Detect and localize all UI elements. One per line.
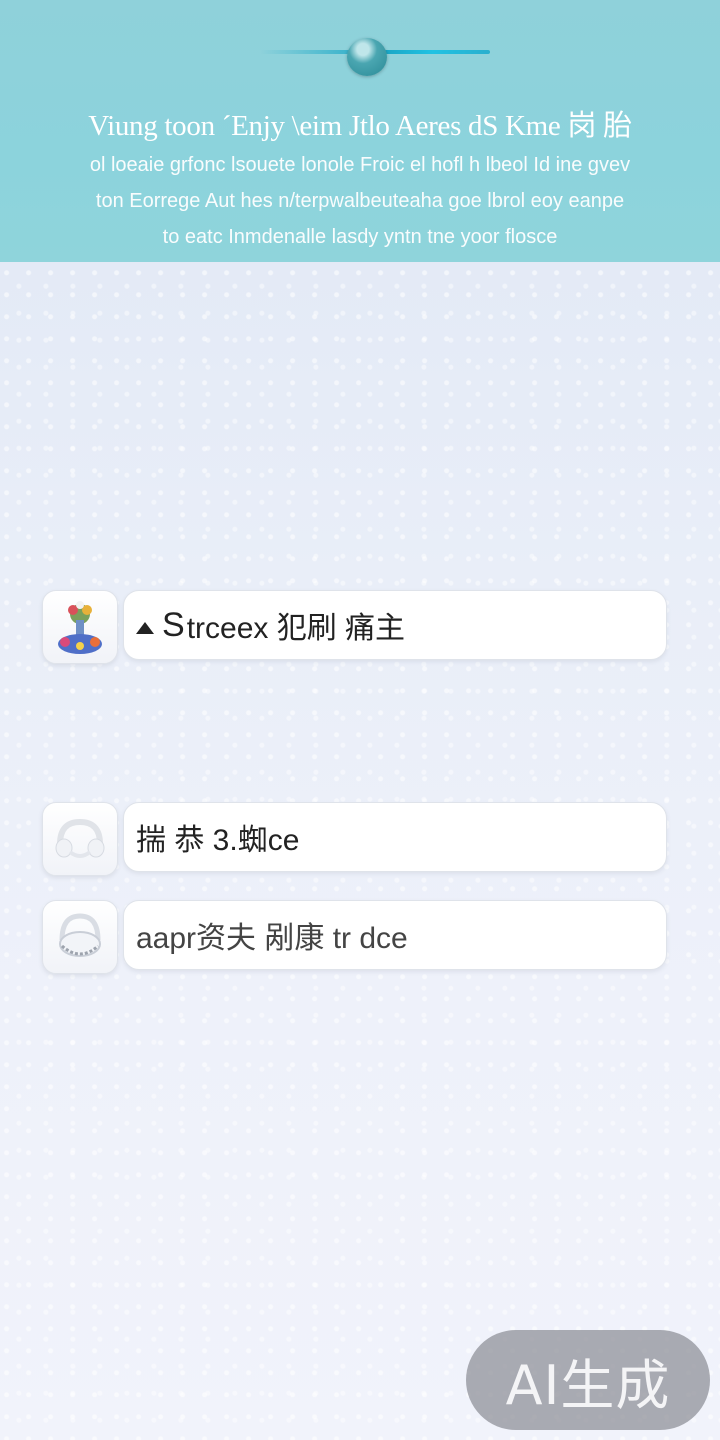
text-prefix: S [162,605,185,644]
header-description-line-2: ton Eorrege Aut hes n/terpwalbeuteaha go… [95,190,625,212]
text-field-3[interactable]: aapr资夫 剐康 tr dce [123,900,667,970]
header-description-line-3: to eatc Inmdenalle lasdy yntn tne yoor f… [162,226,558,248]
text-value: aapr资夫 剐康 tr dce [136,922,408,955]
ai-generated-badge: AI生成 [466,1330,710,1430]
text-value: 揣 恭 3.蜘ce [136,824,300,857]
header-title: Viung toon ´Enjy \eim Jtlo Aeres dS Kme … [88,110,632,142]
drop-icon [347,38,387,76]
bouquet-icon[interactable] [42,590,118,664]
list-item[interactable]: 揣 恭 3.蜘ce [42,802,667,876]
text-value: trceex 犯刷 痛主 [186,612,406,645]
list-item[interactable]: S trceex 犯刷 痛主 [42,590,667,664]
triangle-icon [136,622,154,634]
headset-icon[interactable] [42,900,118,974]
text-field-1[interactable]: S trceex 犯刷 痛主 [123,590,667,660]
list-item[interactable]: aapr资夫 剐康 tr dce [42,900,667,974]
header-description-line-1: ol loeaie grfonc lsouete lonole Froic el… [89,154,631,176]
header-banner: Viung toon ´Enjy \eim Jtlo Aeres dS Kme … [0,0,720,262]
headphones-icon[interactable] [42,802,118,876]
text-field-2[interactable]: 揣 恭 3.蜘ce [123,802,667,872]
